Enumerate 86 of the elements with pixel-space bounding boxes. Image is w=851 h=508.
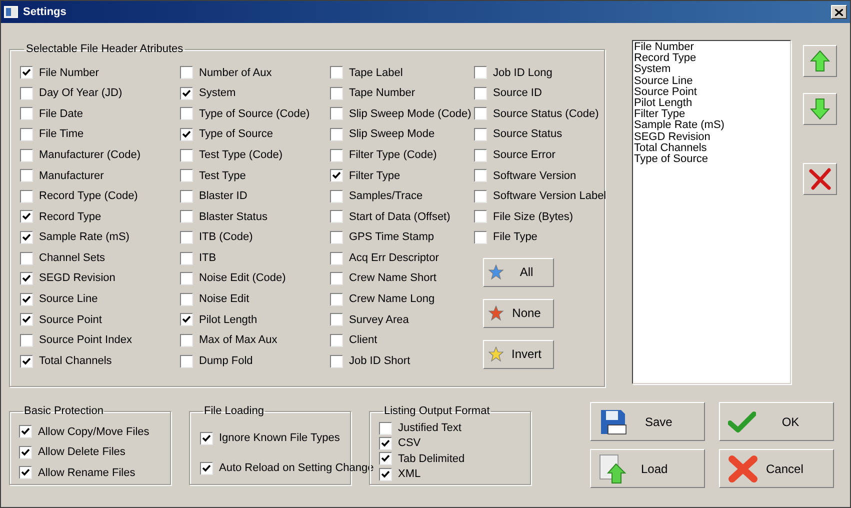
- checkbox-label: Source Point: [39, 312, 102, 328]
- checkbox-label: Slip Sweep Mode: [349, 127, 435, 142]
- checkbox-label: Day Of Year (JD): [39, 86, 122, 102]
- checkbox-label: System: [199, 86, 236, 102]
- checkbox-label: Total Channels: [39, 354, 112, 369]
- checkbox-label: Crew Name Long: [349, 292, 435, 308]
- group-title: Basic Protection: [23, 404, 104, 419]
- checkbox-label: Test Type: [199, 168, 246, 184]
- checkbox-label: Tape Label: [349, 66, 403, 81]
- checkbox-label: Software Version Label: [493, 189, 606, 204]
- checkbox-label: Allow Rename Files: [38, 466, 136, 480]
- group-title: Selectable File Header Atributes: [25, 42, 184, 57]
- checkbox-label: File Size (Bytes): [493, 210, 574, 225]
- list-item[interactable]: Source Line: [634, 76, 790, 87]
- checkbox-label: File Number: [39, 66, 99, 81]
- list-item[interactable]: Source Point: [634, 86, 790, 98]
- load-button[interactable]: Load: [590, 449, 705, 488]
- checkbox-label: ITB (Code): [199, 230, 253, 246]
- cancel-button[interactable]: Cancel: [719, 449, 834, 488]
- list-item[interactable]: Sample Rate (mS): [634, 120, 790, 132]
- checkbox-label: XML: [398, 466, 421, 482]
- checkbox-label: Justified Text: [398, 420, 462, 436]
- checkbox-label: Test Type (Code): [199, 148, 283, 163]
- select-all-button[interactable]: All: [483, 258, 554, 287]
- checkbox-label: Sample Rate (mS): [39, 230, 130, 246]
- checkbox-label: Survey Area: [349, 312, 409, 328]
- ok-button[interactable]: OK: [719, 402, 834, 441]
- checkbox-label: Type of Source (Code): [199, 106, 310, 122]
- save-button[interactable]: Save: [590, 402, 705, 441]
- checkbox-label: File Date: [39, 106, 84, 122]
- checkbox-label: GPS Time Stamp: [349, 230, 434, 246]
- checkbox-label: Blaster Status: [199, 210, 268, 225]
- list-item[interactable]: Type of Source: [634, 154, 790, 166]
- checkbox-label: Dump Fold: [199, 354, 253, 369]
- checkbox-label: Type of Source: [199, 127, 273, 142]
- list-item[interactable]: System: [634, 64, 790, 76]
- group-title: File Loading: [203, 404, 265, 419]
- list-item[interactable]: Pilot Length: [634, 98, 790, 110]
- select-none-button[interactable]: None: [483, 298, 554, 328]
- checkbox-label: CSV: [398, 436, 421, 452]
- selected-fields-list[interactable]: File Number Record Type System Source Line Source Point Pilot Length Filter Type Sample Rate (mS) SEGD Revision Total Channels Type of Source: [632, 40, 791, 384]
- checkbox-label: Pilot Length: [199, 312, 258, 328]
- checkbox-label: Ignore Known File Types: [219, 431, 340, 446]
- checkbox-label: Noise Edit (Code): [199, 271, 286, 286]
- checkbox-label: Noise Edit: [199, 292, 250, 308]
- checkbox-label: Crew Name Short: [349, 271, 436, 286]
- checkbox-label: Source ID: [493, 86, 542, 102]
- checkbox-label: Source Error: [493, 148, 556, 163]
- checkbox-label: Tape Number: [349, 86, 416, 102]
- checkbox-label: Samples/Trace: [349, 189, 423, 204]
- checkbox-label: Blaster ID: [199, 189, 248, 204]
- checkbox-label: Channel Sets: [39, 250, 106, 266]
- checkbox-label: File Time: [39, 127, 84, 142]
- checkbox-label: Manufacturer (Code): [39, 148, 140, 163]
- list-item[interactable]: SEGD Revision: [634, 132, 790, 143]
- checkbox-label: Slip Sweep Mode (Code): [349, 106, 472, 122]
- list-item[interactable]: File Number: [634, 42, 790, 54]
- checkbox-label: Number of Aux: [199, 66, 272, 81]
- checkbox-label: SEGD Revision: [39, 271, 116, 286]
- checkbox-label: Job ID Long: [493, 66, 552, 81]
- checkbox-label: ITB: [199, 250, 216, 266]
- checkbox-label: Allow Delete Files: [38, 445, 126, 460]
- select-invert-button[interactable]: Invert: [483, 340, 554, 369]
- checkbox-label: Source Point Index: [39, 333, 132, 348]
- checkbox-label: Source Line: [39, 292, 98, 308]
- checkbox-label: Filter Type: [349, 168, 400, 184]
- checkbox-label: Job ID Short: [349, 354, 410, 369]
- checkbox-label: File Type: [493, 230, 538, 246]
- checkbox-label: Source Status (Code): [493, 106, 599, 122]
- checkbox-label: Manufacturer: [39, 168, 104, 184]
- list-item[interactable]: Record Type: [634, 53, 790, 64]
- checkbox-label: Max of Max Aux: [199, 333, 278, 348]
- checkbox-label: Record Type: [39, 210, 102, 225]
- window-title: Settings: [23, 4, 66, 20]
- list-item[interactable]: Total Channels: [634, 142, 790, 154]
- checkbox-label: Filter Type (Code): [349, 148, 437, 163]
- checkbox-label: Tab Delimited: [398, 452, 465, 466]
- group-title: Listing Output Format: [383, 404, 491, 419]
- checkbox-label: Software Version: [493, 168, 576, 184]
- checkbox-label: Start of Data (Offset): [349, 210, 450, 225]
- checkbox-label: Acq Err Descriptor: [349, 250, 439, 266]
- checkbox-label: Source Status: [493, 127, 562, 142]
- list-item[interactable]: Filter Type: [634, 109, 790, 120]
- checkbox-label: Record Type (Code): [39, 189, 138, 204]
- checkbox-label: Allow Copy/Move Files: [38, 424, 150, 440]
- checkbox-label: Client: [349, 333, 378, 348]
